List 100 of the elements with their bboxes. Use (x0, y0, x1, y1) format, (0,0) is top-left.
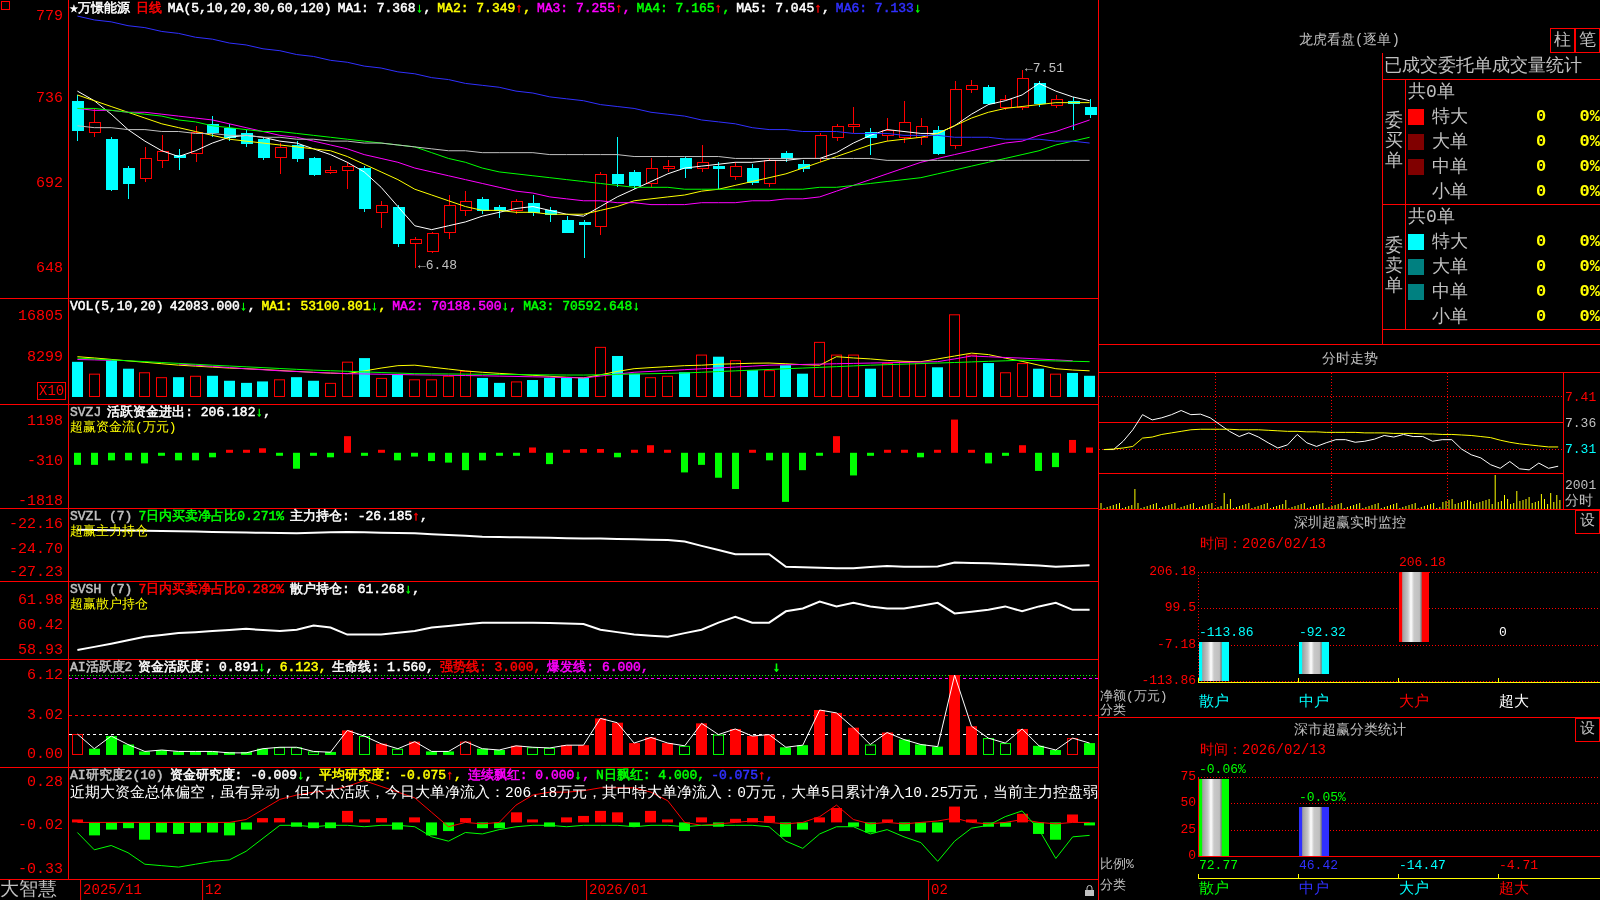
trend-arrow: ↓, (404, 582, 421, 597)
value-label: 72.77 (1199, 858, 1238, 874)
trend-arrow: ↑, (614, 1, 631, 16)
order-percent: 0% (1579, 106, 1600, 127)
order-count: 0 (1535, 106, 1547, 127)
order-count: 0 (1535, 181, 1547, 202)
y-axis-label: 206.18 (1149, 564, 1196, 580)
brand-label: 大智慧 (0, 880, 57, 900)
legend-label: SVZL (7) (70, 509, 133, 524)
legend-label: MA6: 7.133 (835, 1, 914, 16)
order-count: 0 (1535, 131, 1547, 152)
trend-arrow: ↓, (255, 405, 272, 420)
y-axis-label: 60.42 (18, 618, 63, 635)
value-label: 46.42 (1299, 858, 1338, 874)
legend-label: MA2: 7.349 (437, 1, 516, 16)
y-axis-label: 0.28 (27, 774, 63, 791)
legend-label: MA(5,10,20,30,60,120) (167, 1, 332, 16)
axis-title: 比例% (1100, 858, 1134, 872)
signal-arrow: ↓ (772, 660, 781, 675)
order-size-label: 小单 (1432, 181, 1468, 202)
order-percent: 0% (1579, 231, 1600, 252)
order-size-label: 特大 (1432, 106, 1468, 127)
trend-arrow: ↓, (370, 299, 387, 314)
legend-label: 日线 (135, 1, 162, 16)
price-annotation: ←6.48 (418, 258, 457, 273)
y-axis-label: 7.31 (1565, 442, 1597, 457)
trend-arrow: ↑, (515, 1, 531, 16)
date-label: 2026/01 (586, 880, 648, 900)
value-label: -14.47 (1399, 858, 1446, 874)
volume-scale-label: 2001 (1565, 478, 1597, 493)
trend-arrow: ↑, (446, 768, 462, 783)
panel-title: 深圳超赢实时监控 (1293, 515, 1406, 533)
order-count: 0 (1535, 156, 1547, 177)
y-axis-label: 58.93 (18, 642, 63, 659)
legend-label: MA1: 53100.801 (261, 299, 371, 314)
y-axis-label: 16805 (18, 308, 63, 325)
y-axis-label: 99.5 (1164, 600, 1196, 616)
order-size-label: 大单 (1432, 131, 1468, 152)
category-label: 大户 (1399, 695, 1429, 711)
trend-arrow: ↓, (297, 768, 313, 783)
legend-label: ★万憬能源 (70, 1, 130, 16)
group-label: 委买单 (1385, 112, 1403, 172)
y-axis-label: -27.23 (9, 565, 63, 582)
timestamp-label: 时间：2026/02/13 (1200, 742, 1326, 758)
trend-arrow: ↓ (632, 299, 641, 314)
y-axis-label: 6.12 (27, 667, 63, 684)
y-axis-label: -1818 (18, 493, 63, 510)
legend-label: 活跃资金进出: 206.182 (107, 405, 256, 420)
y-axis-label: -0.33 (18, 862, 63, 879)
order-percent: 0% (1579, 281, 1600, 302)
value-label: 206.18 (1399, 555, 1446, 571)
category-label: 散户 (1199, 695, 1229, 711)
trend-arrow: ↑, (757, 768, 774, 783)
date-label: 12 (202, 880, 222, 900)
y-axis-label: 736 (36, 91, 63, 108)
category-label: 中户 (1299, 882, 1329, 898)
legend-label: MA1: 7.368 (337, 1, 416, 16)
order-percent: 0% (1579, 131, 1600, 152)
y-axis-label: 75 (1180, 769, 1196, 785)
order-size-label: 大单 (1432, 256, 1468, 277)
legend-label: 爆发线: 6.000, (547, 660, 649, 675)
order-total: 共0单 (1408, 207, 1455, 227)
y-axis-label: 7.36 (1565, 416, 1597, 431)
order-percent: 0% (1579, 306, 1600, 327)
legend-label: 主力持仓: -26.185 (290, 509, 413, 524)
legend-label: 生命线: 1.560, (332, 660, 434, 675)
order-size-label: 小单 (1432, 306, 1468, 327)
indicator-name: 超赢资金流(万元) (70, 420, 177, 435)
legend-label: VOL(5,10,20) (70, 299, 164, 314)
timestamp-label: 时间：2026/02/13 (1200, 536, 1326, 552)
legend-label: 6.123, (279, 660, 327, 675)
percent-label: -0.05% (1299, 790, 1346, 806)
legend-label: MA4: 7.165 (636, 1, 715, 16)
y-axis-label: 0.00 (27, 747, 63, 764)
legend-label: -0.075 (711, 768, 758, 783)
legend-label: 资金活跃度: 0.891 (138, 660, 258, 675)
legend-label: 散户持仓: 61.268 (290, 582, 405, 597)
trend-arrow: ↓, (574, 768, 590, 783)
category-label: 散户 (1199, 882, 1229, 898)
category-label: 超大 (1499, 882, 1529, 898)
y-axis-label: -24.70 (9, 541, 63, 558)
legend-label: AI研究度2(10) (70, 768, 164, 783)
y-axis-label: 779 (36, 8, 63, 25)
trend-arrow: ↓ (913, 1, 922, 16)
legend-label: 连续飘红: 0.000 (467, 768, 575, 783)
value-label: -4.71 (1499, 858, 1538, 874)
order-percent: 0% (1579, 256, 1600, 277)
price-annotation: ←7.51 (1025, 61, 1064, 76)
legend-label: 平均研究度: -0.075 (318, 768, 447, 783)
y-axis-label: 648 (36, 260, 63, 277)
panel-title: 龙虎看盘(逐单) (1299, 32, 1400, 48)
y-axis-label: 0 (1188, 848, 1196, 864)
order-percent: 0% (1579, 181, 1600, 202)
legend-label: SVSH (7) (70, 582, 133, 597)
order-size-label: 中单 (1432, 156, 1468, 177)
scale-label: X10 (37, 382, 67, 400)
value-label: -113.86 (1199, 625, 1254, 641)
order-count: 0 (1535, 231, 1547, 252)
trend-arrow: ↓, (239, 299, 256, 314)
y-axis-label: -113.86 (1141, 673, 1196, 689)
